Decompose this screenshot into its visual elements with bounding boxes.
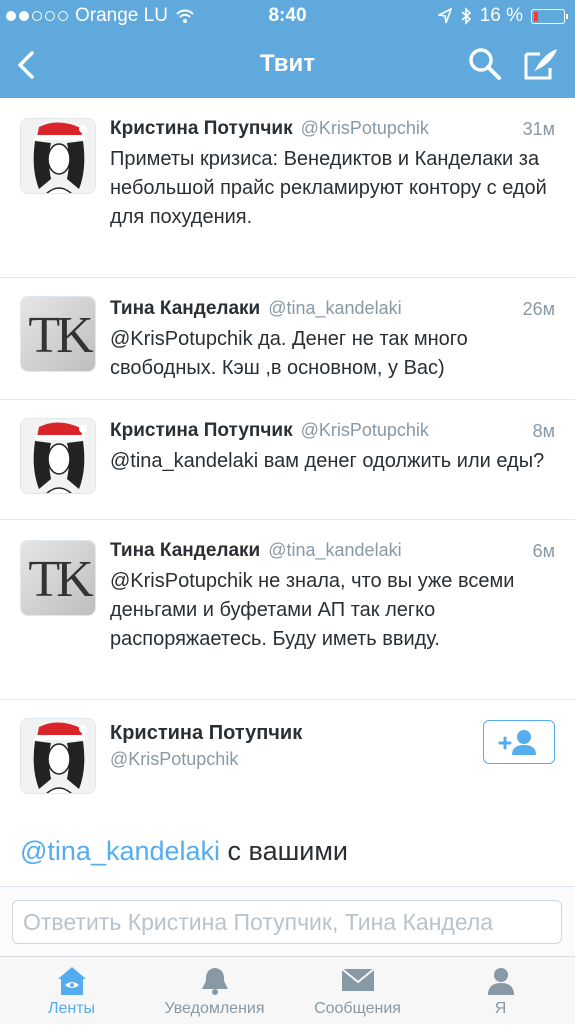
tab-label: Уведомления bbox=[164, 1000, 265, 1017]
status-bar: Orange LU 8:40 16 % bbox=[0, 5, 575, 29]
envelope-icon bbox=[340, 968, 375, 991]
author-name: Кристина Потупчик bbox=[110, 420, 293, 441]
tab-home[interactable]: Ленты bbox=[0, 957, 143, 1025]
tab-label: Сообщения bbox=[314, 1000, 401, 1017]
author-handle: @tina_kandelaki bbox=[268, 298, 402, 318]
author-name: Тина Канделаки bbox=[110, 298, 261, 319]
location-icon bbox=[437, 8, 452, 24]
tweet-time: 26м bbox=[522, 299, 555, 319]
avatar-initials: TK bbox=[28, 550, 93, 608]
author-name: Кристина Потупчик bbox=[110, 118, 293, 139]
avatar[interactable] bbox=[20, 118, 96, 194]
tab-me[interactable]: Я bbox=[429, 957, 572, 1025]
bluetooth-icon bbox=[461, 7, 471, 25]
tab-label: Ленты bbox=[47, 1000, 96, 1017]
reply-input[interactable] bbox=[12, 900, 562, 944]
battery-icon bbox=[531, 8, 568, 24]
tweet-item[interactable]: TK Тина Канделаки @tina_kandelaki 26м @Kr… bbox=[0, 278, 575, 400]
add-user-icon bbox=[498, 730, 536, 755]
author-handle: @KrisPotupchik bbox=[110, 749, 239, 769]
tab-bar: Ленты Уведомления Сообщения Я bbox=[0, 956, 575, 1024]
avatar-image bbox=[21, 719, 95, 793]
avatar-initials: TK bbox=[28, 306, 93, 364]
tab-messages[interactable]: Сообщения bbox=[286, 957, 429, 1025]
person-icon bbox=[487, 968, 514, 995]
avatar-image bbox=[21, 419, 95, 493]
tweet-time: 8м bbox=[532, 421, 555, 441]
avatar[interactable]: TK bbox=[20, 540, 96, 616]
tweet-item[interactable]: TK Тина Канделаки @tina_kandelaki 6м @Kri… bbox=[0, 520, 575, 700]
tweet-text: @KrisPotupchik да. Денег не так много св… bbox=[110, 328, 468, 379]
search-icon[interactable] bbox=[467, 46, 503, 82]
mention-link[interactable]: @tina_kandelaki bbox=[20, 836, 220, 866]
reply-bar bbox=[0, 886, 575, 956]
tab-notifications[interactable]: Уведомления bbox=[143, 957, 286, 1025]
avatar-image bbox=[21, 119, 95, 193]
home-icon bbox=[57, 967, 86, 995]
author-handle: @tina_kandelaki bbox=[268, 540, 402, 560]
tweet-time: 31м bbox=[522, 119, 555, 139]
tweet-text: @KrisPotupchik не знала, что вы уже всем… bbox=[110, 570, 515, 650]
tweet-item[interactable]: Кристина Потупчик @KrisPotupchik 31м Прим… bbox=[0, 98, 575, 278]
tab-label: Я bbox=[494, 1000, 507, 1017]
conversation-thread: Кристина Потупчик @KrisPotupchik 31м Прим… bbox=[0, 98, 575, 883]
author-handle: @KrisPotupchik bbox=[300, 420, 429, 440]
tweet-text: @tina_kandelaki с вашими bbox=[20, 836, 348, 866]
bell-icon bbox=[201, 968, 228, 995]
avatar[interactable] bbox=[20, 718, 96, 794]
avatar[interactable] bbox=[20, 418, 96, 494]
author-name: Кристина Потупчик bbox=[110, 722, 303, 744]
author-handle: @KrisPotupchik bbox=[300, 118, 429, 138]
tweet-item[interactable]: Кристина Потупчик @KrisPotupchik 8м @tina… bbox=[0, 400, 575, 520]
tweet-text: Приметы кризиса: Венедиктов и Канделаки … bbox=[110, 148, 547, 228]
detail-tweet: Кристина Потупчик @KrisPotupchik @tina_k… bbox=[0, 700, 575, 883]
author-name: Тина Канделаки bbox=[110, 540, 261, 561]
follow-button[interactable] bbox=[483, 720, 555, 764]
tweet-time: 6м bbox=[532, 541, 555, 561]
avatar[interactable]: TK bbox=[20, 296, 96, 372]
top-bar: Orange LU 8:40 16 % Твит bbox=[0, 0, 575, 98]
compose-icon[interactable] bbox=[522, 46, 560, 82]
tweet-text: @tina_kandelaki вам денег одолжить или е… bbox=[110, 450, 545, 472]
battery-percent: 16 % bbox=[479, 5, 523, 26]
